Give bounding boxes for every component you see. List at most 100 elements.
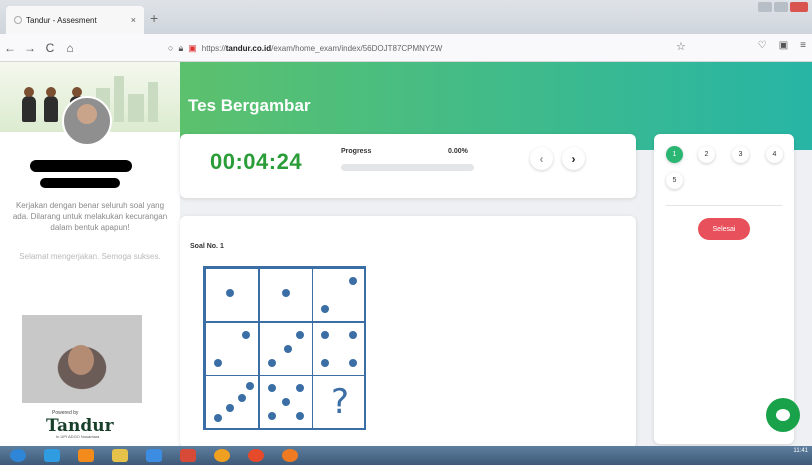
tab-title: Tandur - Assesment <box>26 15 97 25</box>
forward-icon[interactable]: → <box>20 41 40 55</box>
missing-cell-question-mark: ? <box>330 382 350 422</box>
puzzle-dot <box>267 358 276 367</box>
url-host: tandur.co.id <box>225 43 272 53</box>
puzzle-dot <box>321 358 329 367</box>
clock: 11:41 <box>793 448 808 454</box>
question-number-1[interactable]: 1 <box>666 146 683 163</box>
window-controls <box>758 2 808 12</box>
redacted-name <box>30 160 132 172</box>
tandur-logo: Tandur <box>46 416 114 436</box>
puzzle-cell <box>258 375 313 429</box>
sidebar: Kerjakan dengan benar seluruh soal yang … <box>0 62 180 446</box>
webcam-preview <box>22 315 142 403</box>
home-icon[interactable]: ⌂ <box>60 41 80 55</box>
page-title: Tes Bergambar <box>188 96 311 115</box>
question-number-3[interactable]: 3 <box>732 146 749 163</box>
puzzle-dot <box>267 384 276 392</box>
puzzle-dot <box>295 384 304 392</box>
question-number-2[interactable]: 2 <box>698 146 715 163</box>
puzzle-cell <box>312 321 366 376</box>
puzzle-dot <box>267 412 276 420</box>
finish-button[interactable]: Selesai <box>698 218 750 240</box>
bookmark-star-icon[interactable]: ☆ <box>676 40 686 53</box>
avatar <box>62 96 112 146</box>
url-path: /exam/home_exam/index/56DOJT87CPMNY2W <box>271 43 443 53</box>
app-icon[interactable] <box>146 449 162 462</box>
folder-icon[interactable] <box>112 449 128 462</box>
puzzle-dot <box>321 305 329 313</box>
pocket-icon[interactable]: ♡ <box>758 40 767 51</box>
question-label: Soal No. 1 <box>190 243 224 250</box>
puzzle-cell <box>205 268 259 322</box>
camera-permission-icon[interactable]: ▣ <box>188 43 197 54</box>
puzzle-cell: ? <box>312 375 366 429</box>
chat-bubble-icon <box>776 409 790 421</box>
progress-value: 0.00% <box>448 148 468 155</box>
puzzle-dot <box>226 404 234 412</box>
toolbar-icons: ♡ ▣ ≡ <box>758 40 806 51</box>
tab-close-button[interactable]: × <box>131 15 136 25</box>
url-prefix: https:// <box>201 43 226 53</box>
divider <box>666 205 782 206</box>
question-card: Soal No. 1 ? <box>180 216 636 448</box>
maximize-button[interactable] <box>774 2 788 12</box>
address-field[interactable]: ○ 🔒︎ ▣ https:// tandur.co.id /exam/home_… <box>168 38 686 58</box>
puzzle-dot <box>295 412 304 420</box>
puzzle-dot <box>226 289 234 297</box>
countdown-timer: 00:04:24 <box>210 149 303 174</box>
chat-button[interactable] <box>766 398 800 432</box>
url-bar: ← → C ⌂ ○ 🔒︎ ▣ https:// tandur.co.id /ex… <box>0 34 812 62</box>
firefox-icon[interactable] <box>282 449 298 462</box>
puzzle-cell <box>258 268 313 322</box>
chrome-icon[interactable] <box>248 449 264 462</box>
browser-tab-bar: Tandur - Assesment × + <box>0 0 812 34</box>
puzzle-dot <box>238 394 246 402</box>
previous-question-button[interactable]: ‹ <box>530 147 553 170</box>
next-question-button[interactable]: › <box>562 147 585 170</box>
exam-instructions: Kerjakan dengan benar seluruh soal yang … <box>12 201 168 232</box>
puzzle-dot <box>242 330 250 339</box>
logo-subtitle: In UPI ADGO Nusantara <box>56 434 100 439</box>
progress-bar <box>341 164 474 171</box>
question-number-5[interactable]: 5 <box>666 172 683 189</box>
office-icon[interactable] <box>180 449 196 462</box>
timer-card: 00:04:24 Progress 0.00% ‹ › <box>180 134 636 198</box>
puzzle-dot <box>214 414 222 422</box>
puzzle-dot <box>214 358 222 367</box>
app2-icon[interactable] <box>214 449 230 462</box>
ie-icon[interactable] <box>44 449 60 462</box>
menu-icon[interactable]: ≡ <box>800 40 806 51</box>
browser-tab[interactable]: Tandur - Assesment × <box>6 6 144 34</box>
greeting-text: Selamat mengerjakan. Semoga sukses. <box>19 252 161 261</box>
puzzle-dot <box>283 344 292 353</box>
media-icon[interactable] <box>78 449 94 462</box>
favicon-icon <box>14 16 22 24</box>
puzzle-cell <box>205 321 259 376</box>
account-icon[interactable]: ▣ <box>779 40 788 51</box>
windows-taskbar: 11:41 <box>0 446 812 465</box>
progress-label: Progress <box>341 148 372 155</box>
puzzle-dot <box>281 289 290 297</box>
puzzle-dot <box>281 398 290 406</box>
puzzle-dot <box>349 330 357 339</box>
minimize-button[interactable] <box>758 2 772 12</box>
question-number-panel: 1234 5 Selesai <box>654 134 794 444</box>
start-icon[interactable] <box>10 449 26 462</box>
puzzle-dot <box>295 330 304 339</box>
puzzle-cell <box>312 268 366 322</box>
window-close-button[interactable] <box>790 2 808 12</box>
back-icon[interactable]: ← <box>0 41 20 55</box>
puzzle-cell <box>258 321 313 376</box>
puzzle-dot <box>349 277 357 285</box>
dot-pattern-puzzle: ? <box>203 266 366 430</box>
puzzle-dot <box>246 382 254 390</box>
puzzle-dot <box>349 358 357 367</box>
puzzle-cell <box>205 375 259 429</box>
redacted-id <box>40 178 120 188</box>
question-number-4[interactable]: 4 <box>766 146 783 163</box>
lock-icon: 🔒︎ <box>178 42 184 53</box>
reload-icon[interactable]: C <box>40 41 60 55</box>
new-tab-button[interactable]: + <box>150 10 158 26</box>
shield-icon: ○ <box>168 43 174 53</box>
puzzle-dot <box>321 330 329 339</box>
